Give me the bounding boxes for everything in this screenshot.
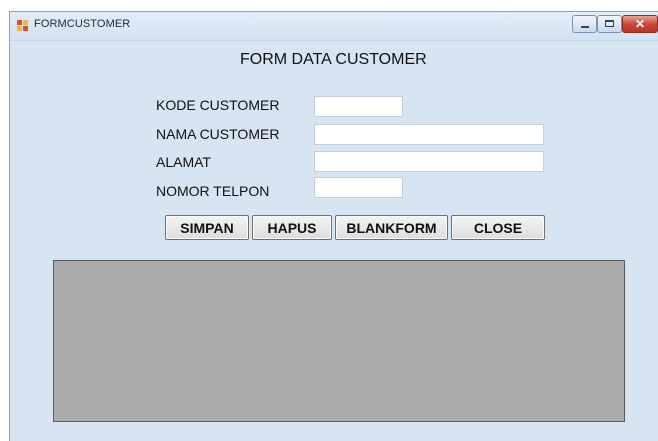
nomor-telpon-input[interactable]	[314, 177, 403, 198]
window-title: FORMCUSTOMER	[34, 18, 131, 30]
form-heading: FORM DATA CUSTOMER	[240, 51, 427, 68]
simpan-button[interactable]: SIMPAN	[165, 215, 249, 240]
alamat-label: ALAMAT	[156, 154, 211, 170]
maximize-icon	[605, 20, 614, 27]
customer-data-grid[interactable]	[53, 260, 625, 422]
blankform-button[interactable]: BLANKFORM	[335, 215, 448, 240]
nama-customer-input[interactable]	[314, 124, 544, 145]
kode-customer-label: KODE CUSTOMER	[156, 97, 280, 113]
title-bar[interactable]: FORMCUSTOMER ✕	[10, 12, 658, 41]
alamat-input[interactable]	[314, 151, 544, 172]
minimize-button[interactable]	[572, 15, 597, 33]
kode-customer-input[interactable]	[314, 96, 403, 117]
close-icon: ✕	[634, 17, 646, 31]
form-app-icon	[17, 20, 29, 31]
close-window-button[interactable]: ✕	[622, 15, 658, 33]
nomor-telpon-label: NOMOR TELPON	[156, 183, 270, 199]
close-button[interactable]: CLOSE	[451, 215, 545, 240]
hapus-button[interactable]: HAPUS	[252, 215, 332, 240]
maximize-button[interactable]	[597, 15, 622, 33]
nama-customer-label: NAMA CUSTOMER	[156, 126, 280, 142]
minimize-icon	[581, 26, 589, 28]
